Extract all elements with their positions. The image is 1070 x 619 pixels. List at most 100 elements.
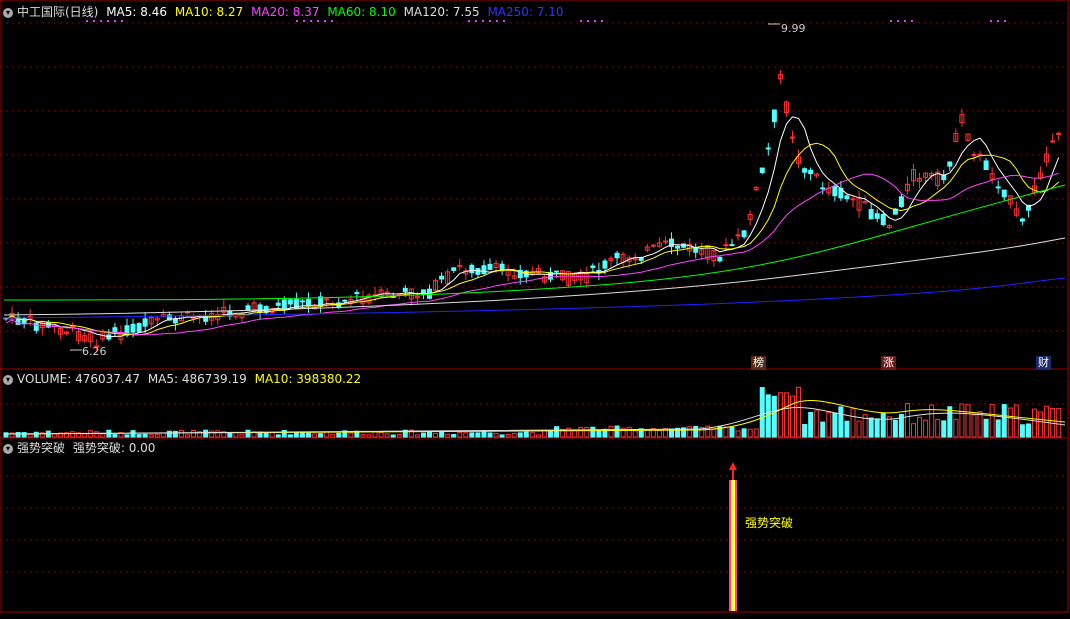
event-tag-zhang[interactable]: 涨	[881, 356, 896, 370]
candle-body	[832, 186, 838, 197]
candle-body	[820, 187, 826, 190]
candle-body	[759, 167, 765, 174]
event-tag-bang[interactable]: 榜	[751, 356, 766, 370]
signal-dot	[496, 20, 498, 22]
candle-body	[342, 299, 348, 302]
candle-body	[844, 195, 850, 200]
volume-bar	[396, 434, 402, 438]
signal-dot	[303, 20, 305, 22]
volume-bar	[911, 423, 916, 438]
volume-bar	[130, 430, 136, 438]
event-tag-cai[interactable]: 财	[1036, 356, 1051, 370]
high-price-label: 9.99	[781, 22, 806, 35]
volume-bar	[814, 410, 820, 438]
candle-body	[172, 318, 178, 324]
volume-bar	[711, 429, 717, 438]
volume-bar	[826, 412, 832, 438]
volume-bar	[178, 430, 184, 438]
volume-bar	[1019, 424, 1025, 438]
candle-body	[790, 136, 795, 139]
signal-dot	[296, 20, 298, 22]
candle-body	[735, 234, 741, 237]
volume-value: VOLUME: 476037.47	[17, 372, 140, 386]
candlestick-chart[interactable]	[0, 0, 1070, 619]
volume-bar	[233, 432, 239, 438]
volume-bar	[318, 433, 324, 438]
volume-bar	[548, 430, 553, 438]
signal-dot	[121, 20, 123, 22]
candle-body	[1019, 218, 1025, 222]
volume-bar	[614, 425, 620, 438]
volume-bar	[324, 431, 330, 438]
candle-body	[614, 252, 620, 259]
volume-bar	[475, 432, 481, 438]
volume-bar	[469, 432, 475, 438]
settings-circle-icon[interactable]: ▾	[3, 7, 13, 18]
volume-bar	[1007, 407, 1013, 438]
volume-bar	[868, 417, 874, 438]
signal-dot	[468, 20, 470, 22]
volume-bar	[330, 433, 336, 438]
volume-bar	[632, 430, 638, 438]
signal-dot	[503, 20, 505, 22]
volume-bar	[523, 431, 529, 438]
volume-bar	[348, 432, 354, 438]
volume-bar	[70, 431, 76, 438]
ma250-value: MA250: 7.10	[487, 5, 564, 19]
candle-body	[130, 323, 136, 333]
volume-settings-icon[interactable]: ▾	[3, 374, 13, 385]
signal-dot	[475, 20, 477, 22]
volume-bar	[935, 419, 941, 438]
signal-dot	[100, 20, 102, 22]
volume-bar	[832, 412, 838, 438]
volume-bar	[299, 432, 305, 438]
volume-bar	[287, 434, 293, 438]
volume-bar	[1032, 408, 1037, 438]
volume-bar	[1044, 405, 1050, 438]
volume-bar	[1056, 407, 1062, 438]
indicator-settings-icon[interactable]: ▾	[3, 443, 13, 454]
volume-bar	[904, 402, 910, 438]
indicator-value: 强势突破: 0.00	[72, 441, 156, 455]
volume-bar	[94, 431, 100, 438]
candle-body	[802, 168, 808, 173]
candle-body	[281, 299, 287, 310]
volume-bar	[154, 433, 160, 438]
candle-body	[741, 230, 747, 238]
volume-bar	[227, 432, 233, 438]
volume-bar	[336, 432, 342, 438]
volume-bar	[838, 406, 844, 438]
signal-dot	[324, 20, 326, 22]
candle-body	[402, 287, 408, 292]
signal-dot	[997, 20, 999, 22]
signal-arrow-icon	[729, 462, 737, 470]
volume-bar	[439, 431, 445, 438]
candle-body	[299, 300, 305, 303]
candle-body	[971, 154, 977, 157]
candle-body	[693, 247, 699, 253]
signal-dot	[114, 20, 116, 22]
volume-bar	[148, 434, 154, 438]
volume-bar	[366, 434, 372, 438]
volume-bar	[572, 430, 578, 438]
volume-bar	[360, 434, 366, 438]
indicator-panel-frame	[0, 437, 1069, 613]
volume-bar	[856, 420, 862, 438]
signal-dot	[482, 20, 484, 22]
candle-body	[808, 169, 814, 175]
volume-ma10: MA10: 398380.22	[254, 372, 362, 386]
candle-body	[142, 318, 148, 327]
volume-bar	[723, 426, 729, 438]
candle-body	[995, 186, 1001, 189]
candle-body	[245, 305, 251, 311]
volume-bar	[451, 433, 457, 438]
volume-bar	[263, 432, 269, 438]
volume-header: ▾ VOLUME: 476037.47 MA5: 486739.19 MA10: …	[0, 371, 365, 387]
volume-bar	[142, 433, 148, 438]
volume-bar	[1001, 404, 1007, 438]
volume-bar	[27, 433, 33, 438]
candle-body	[21, 317, 27, 325]
volume-bar	[100, 433, 106, 438]
volume-bar	[578, 427, 584, 438]
volume-bar	[457, 431, 463, 438]
